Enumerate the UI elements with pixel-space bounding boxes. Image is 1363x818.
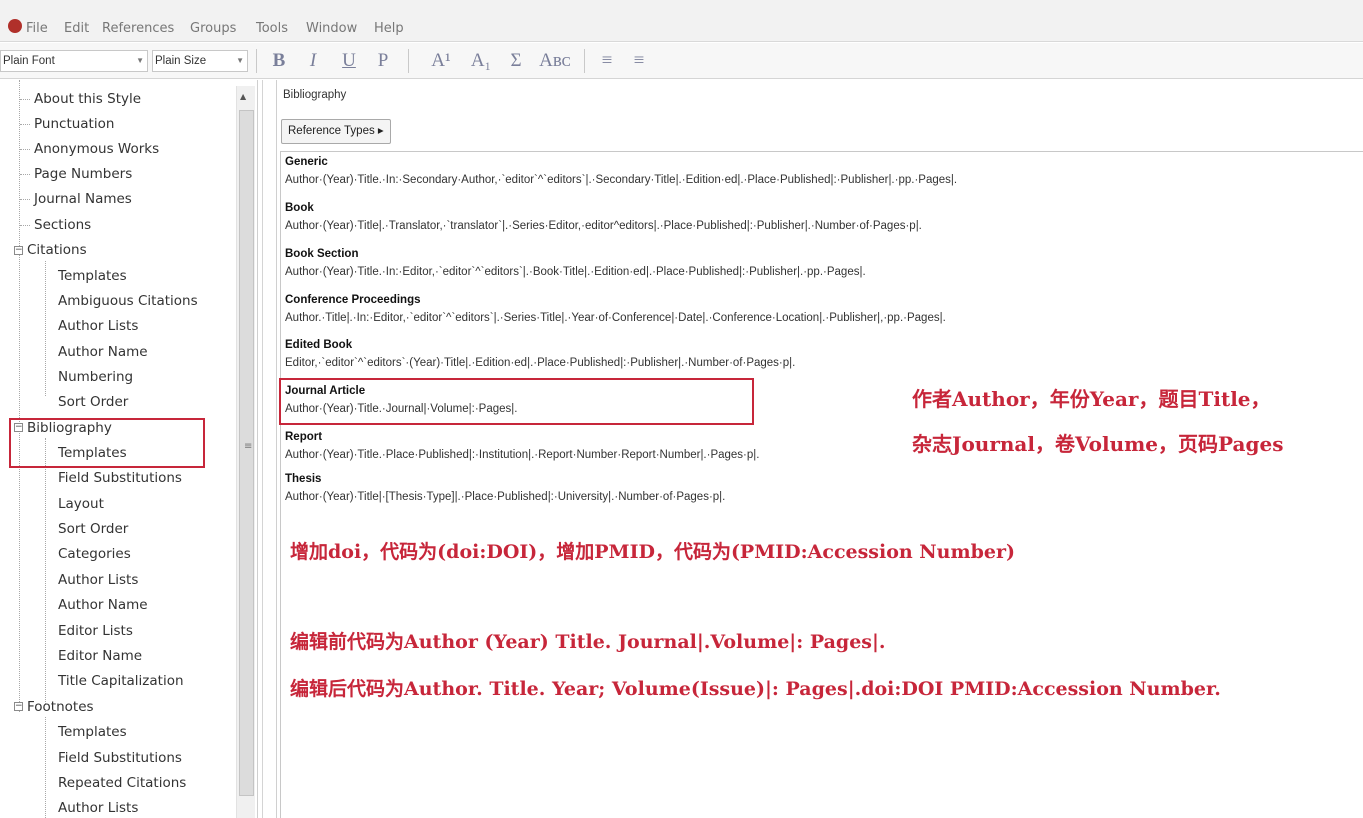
underline-button[interactable]: U (338, 48, 360, 74)
tree-connector (20, 124, 30, 125)
italic-button[interactable]: I (302, 48, 324, 74)
tree-item-title-capitalization[interactable]: Title Capitalization (58, 670, 184, 692)
tree-connector (20, 174, 30, 175)
chevron-down-icon: ▼ (236, 56, 244, 65)
menu-bar: File Edit References Groups Tools Window… (0, 0, 1363, 42)
tree-item-ambiguous-citations[interactable]: Ambiguous Citations (58, 290, 198, 312)
collapse-icon[interactable]: − (14, 702, 23, 711)
reference-type-template[interactable]: Author·(Year)·Title.·Place·Published|:·I… (285, 449, 759, 461)
font-select[interactable]: Plain Font ▼ (0, 50, 148, 72)
tree-item-anonymous-works[interactable]: Anonymous Works (34, 138, 159, 160)
menu-file[interactable]: File (26, 19, 48, 39)
annotation-fields-line1: 作者Author，年份Year，题目Title， (912, 387, 1271, 411)
menu-window[interactable]: Window (306, 19, 357, 39)
reference-type-heading: Report (285, 431, 323, 443)
reference-type-heading: Thesis (285, 473, 322, 485)
menu-references[interactable]: References (102, 19, 174, 39)
align-left-button[interactable]: ≡ (594, 48, 620, 74)
reference-types-button[interactable]: Reference Types ▸ (281, 119, 391, 144)
grip-icon: ≡ (244, 441, 253, 452)
align-center-button[interactable]: ≡ (626, 48, 652, 74)
toolbar-divider (584, 49, 585, 73)
tree-item-numbering[interactable]: Numbering (58, 366, 133, 388)
menu-help[interactable]: Help (374, 19, 404, 39)
tree-item-bibliography-author-name[interactable]: Author Name (58, 594, 148, 616)
reference-type-template[interactable]: Author.·Title|.·In:·Editor,·`editor`^`ed… (285, 312, 946, 324)
highlight-box (9, 418, 205, 468)
reference-type-heading: Generic (285, 156, 328, 168)
reference-type-template[interactable]: Author·(Year)·Title.·In:·Editor,·`editor… (285, 266, 866, 278)
tree-item-citations-author-lists[interactable]: Author Lists (58, 315, 138, 337)
tree-item-layout[interactable]: Layout (58, 493, 104, 515)
style-tree-panel: About this Style Punctuation Anonymous W… (0, 80, 258, 818)
format-toolbar: Plain Font ▼ Plain Size ▼ B I U P A¹ A₁ … (0, 43, 1363, 79)
tree-connector (20, 225, 30, 226)
size-select[interactable]: Plain Size ▼ (152, 50, 248, 72)
font-select-value: Plain Font (3, 55, 55, 67)
app-logo-icon (8, 19, 22, 33)
tree-connector (45, 438, 46, 704)
bold-button[interactable]: B (268, 48, 290, 74)
reference-type-template[interactable]: Editor,·`editor`^`editors`·(Year)·Title|… (285, 357, 795, 369)
tree-item-citations-templates[interactable]: Templates (58, 265, 127, 287)
reference-type-heading: Edited Book (285, 339, 353, 351)
tree-item-citations[interactable]: Citations (27, 239, 87, 261)
menu-edit[interactable]: Edit (64, 19, 89, 39)
menu-tools[interactable]: Tools (256, 19, 288, 39)
reference-type-template[interactable]: Author·(Year)·Title|·[Thesis·Type]|.·Pla… (285, 491, 725, 503)
subscript-button[interactable]: A₁ (466, 48, 496, 74)
template-text-area[interactable]: Generic Author·(Year)·Title.·In:·Seconda… (280, 151, 1363, 818)
tree-item-field-substitutions[interactable]: Field Substitutions (58, 467, 182, 489)
toolbar-divider (408, 49, 409, 73)
scroll-up-icon[interactable]: ▲ (240, 92, 246, 101)
tree-item-footnotes[interactable]: Footnotes (27, 696, 94, 718)
reference-type-heading: Conference Proceedings (285, 294, 421, 306)
reference-type-heading: Book (285, 202, 314, 214)
tree-connector (20, 199, 30, 200)
tree-item-footnotes-templates[interactable]: Templates (58, 721, 127, 743)
tree-item-citations-author-name[interactable]: Author Name (58, 341, 148, 363)
small-caps-button[interactable]: Aʙᴄ (534, 48, 576, 74)
tree-connector (20, 149, 30, 150)
tree-item-journal-names[interactable]: Journal Names (34, 188, 132, 210)
annotation-fields-line2: 杂志Journal，卷Volume，页码Pages (912, 432, 1284, 456)
scroll-thumb[interactable]: ≡ (239, 110, 254, 796)
highlight-box (279, 378, 754, 425)
tree-item-citations-sort-order[interactable]: Sort Order (58, 391, 128, 413)
tree-item-sections[interactable]: Sections (34, 214, 91, 236)
tree-item-footnotes-author-lists[interactable]: Author Lists (58, 797, 138, 818)
menu-groups[interactable]: Groups (190, 19, 236, 39)
section-title: Bibliography (283, 89, 347, 101)
annotation-before-edit: 编辑前代码为Author (Year) Title. Journal|.Volu… (290, 631, 886, 653)
tree-item-page-numbers[interactable]: Page Numbers (34, 163, 132, 185)
toolbar-divider (256, 49, 257, 73)
reference-type-heading: Book Section (285, 248, 359, 260)
size-select-value: Plain Size (155, 55, 207, 67)
collapse-icon[interactable]: − (14, 246, 23, 255)
tree-item-categories[interactable]: Categories (58, 543, 131, 565)
tree-connector (20, 99, 30, 100)
tree-item-about-this-style[interactable]: About this Style (34, 88, 141, 110)
symbol-button[interactable]: Σ (504, 48, 528, 74)
reference-type-template[interactable]: Author·(Year)·Title|.·Translator,·`trans… (285, 220, 922, 232)
tree-item-punctuation[interactable]: Punctuation (34, 113, 114, 135)
tree-item-editor-lists[interactable]: Editor Lists (58, 620, 133, 642)
tree-item-bibliography-sort-order[interactable]: Sort Order (58, 518, 128, 540)
tree-connector (45, 261, 46, 396)
plain-button[interactable]: P (372, 48, 394, 74)
annotation-after-edit: 编辑后代码为Author. Title. Year; Volume(Issue)… (290, 678, 1221, 700)
tree-item-editor-name[interactable]: Editor Name (58, 645, 142, 667)
tree-item-bibliography-author-lists[interactable]: Author Lists (58, 569, 138, 591)
tree-scrollbar[interactable]: ▲ ≡ (236, 86, 255, 818)
superscript-button[interactable]: A¹ (426, 48, 456, 74)
tree-item-footnotes-field-substitutions[interactable]: Field Substitutions (58, 747, 182, 769)
reference-type-template[interactable]: Author·(Year)·Title.·In:·Secondary·Autho… (285, 174, 957, 186)
tree-connector (45, 717, 46, 818)
panel-divider (276, 80, 277, 818)
annotation-add-doi-pmid: 增加doi，代码为(doi:DOI)，增加PMID，代码为(PMID:Acces… (290, 541, 1015, 563)
tree-item-repeated-citations[interactable]: Repeated Citations (58, 772, 186, 794)
chevron-down-icon: ▼ (136, 56, 144, 65)
